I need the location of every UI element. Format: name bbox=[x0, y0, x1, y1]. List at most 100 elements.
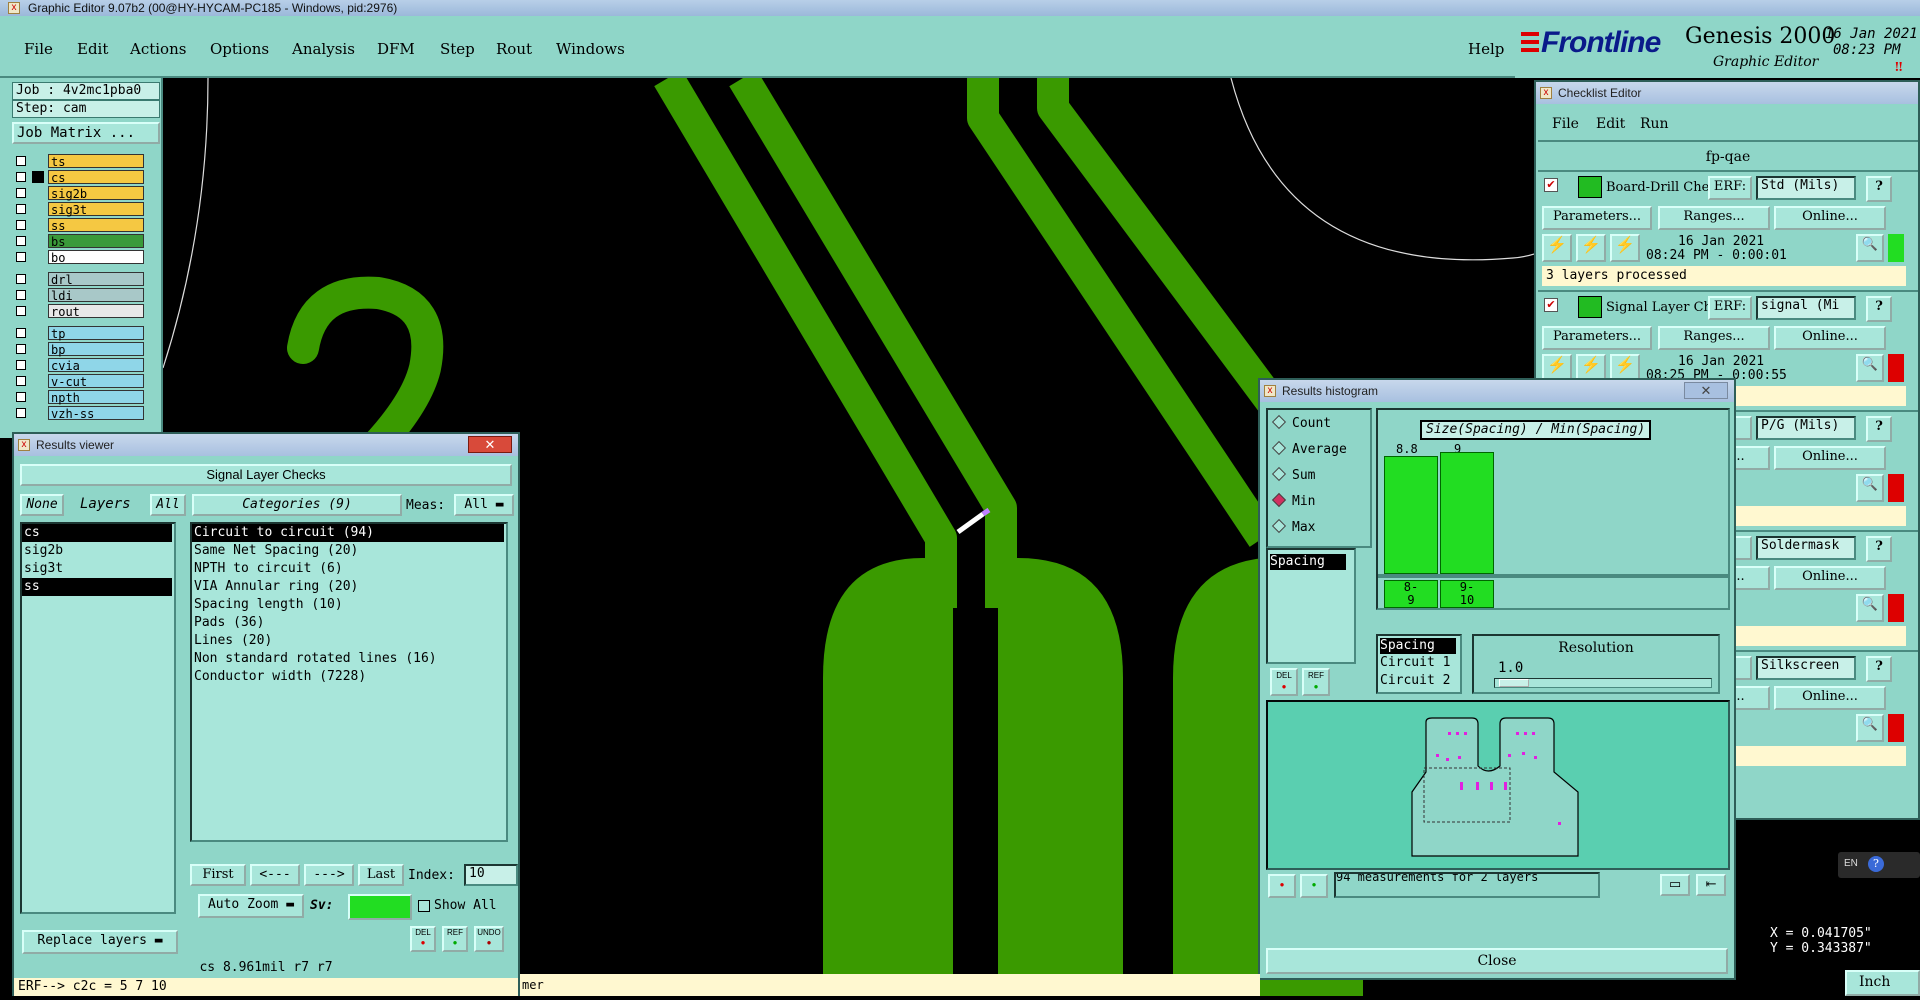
layer-affected-indicator[interactable] bbox=[32, 375, 44, 387]
row-erf-button[interactable]: ERF: bbox=[1708, 176, 1752, 200]
layer-checkbox[interactable] bbox=[16, 344, 26, 354]
row-online-button[interactable]: Online... bbox=[1774, 326, 1886, 350]
category-item[interactable]: Conductor width (7228) bbox=[192, 668, 504, 686]
units-selector[interactable]: Inch bbox=[1845, 970, 1920, 996]
checklist-menu-file[interactable]: File bbox=[1552, 116, 1579, 132]
mode-option-max[interactable]: Max bbox=[1268, 514, 1370, 540]
first-button[interactable]: First bbox=[190, 864, 246, 886]
row-ranges-button[interactable]: Ranges... bbox=[1658, 326, 1770, 350]
mode-option-average[interactable]: Average bbox=[1268, 436, 1370, 462]
mode-option-min[interactable]: Min bbox=[1268, 488, 1370, 514]
layer-name[interactable]: sig2b bbox=[48, 186, 144, 201]
categories-listbox[interactable]: Circuit to circuit (94) Same Net Spacing … bbox=[190, 522, 508, 842]
layer-name[interactable]: v-cut bbox=[48, 374, 144, 389]
layer-affected-indicator[interactable] bbox=[32, 273, 44, 285]
row-help-button[interactable]: ? bbox=[1866, 416, 1892, 442]
layer-row-sig3t[interactable]: sig3t bbox=[14, 202, 144, 217]
layer-affected-indicator[interactable] bbox=[32, 407, 44, 419]
layer-checkbox[interactable] bbox=[16, 328, 26, 338]
preview-del-button[interactable]: ● bbox=[1268, 874, 1296, 898]
layer-name[interactable]: ts bbox=[48, 154, 144, 169]
run-icon[interactable]: ⚡ bbox=[1576, 234, 1606, 262]
row-online-button[interactable]: Online... bbox=[1774, 686, 1886, 710]
meas-select[interactable]: All ▬ bbox=[454, 494, 514, 516]
layer-affected-indicator[interactable] bbox=[32, 327, 44, 339]
layer-list-item[interactable]: sig3t bbox=[22, 560, 172, 578]
row-erf-value[interactable]: Soldermask bbox=[1756, 536, 1856, 560]
layer-affected-indicator[interactable] bbox=[32, 305, 44, 317]
layer-affected-indicator[interactable] bbox=[32, 155, 44, 167]
row-online-button[interactable]: Online... bbox=[1774, 566, 1886, 590]
layer-affected-indicator[interactable] bbox=[32, 219, 44, 231]
layer-checkbox[interactable] bbox=[16, 172, 26, 182]
preview-ref-button[interactable]: ● bbox=[1300, 874, 1328, 898]
histogram-close-button[interactable]: Close bbox=[1266, 948, 1728, 974]
radio-diamond-icon[interactable] bbox=[1271, 440, 1287, 456]
del-button[interactable]: DEL ● bbox=[410, 926, 436, 952]
layer-checkbox[interactable] bbox=[16, 274, 26, 284]
layers-none-button[interactable]: None bbox=[20, 494, 64, 516]
menu-step[interactable]: Step bbox=[440, 40, 475, 58]
zoom-icon[interactable]: 🔍 bbox=[1856, 594, 1884, 622]
layer-name[interactable]: tp bbox=[48, 326, 144, 341]
category-item[interactable]: Spacing length (10) bbox=[192, 596, 504, 614]
radio-diamond-icon[interactable] bbox=[1271, 492, 1287, 508]
layer-name[interactable]: rout bbox=[48, 304, 144, 319]
row-erf-button[interactable]: ERF: bbox=[1708, 296, 1752, 320]
undo-button[interactable]: UNDO ● bbox=[474, 926, 504, 952]
menu-actions[interactable]: Actions bbox=[130, 40, 186, 58]
layer-checkbox[interactable] bbox=[16, 290, 26, 300]
legend-item-circuit2[interactable]: Circuit 2 bbox=[1380, 672, 1460, 690]
row-help-button[interactable]: ? bbox=[1866, 176, 1892, 202]
layer-affected-indicator[interactable] bbox=[32, 289, 44, 301]
histogram-bar-2[interactable] bbox=[1440, 452, 1494, 574]
layer-affected-indicator[interactable] bbox=[32, 343, 44, 355]
layer-name[interactable]: sig3t bbox=[48, 202, 144, 217]
layer-checkbox[interactable] bbox=[16, 236, 26, 246]
layer-row-v-cut[interactable]: v-cut bbox=[14, 374, 144, 389]
layer-row-bp[interactable]: bp bbox=[14, 342, 144, 357]
layer-name[interactable]: cs bbox=[48, 170, 144, 185]
menu-edit[interactable]: Edit bbox=[77, 40, 108, 58]
layer-list-item[interactable]: sig2b bbox=[22, 542, 172, 560]
ref-button[interactable]: REF ● bbox=[442, 926, 468, 952]
layer-name[interactable]: ldi bbox=[48, 288, 144, 303]
layer-affected-indicator[interactable] bbox=[32, 187, 44, 199]
row-help-button[interactable]: ? bbox=[1866, 656, 1892, 682]
radio-diamond-icon[interactable] bbox=[1271, 414, 1287, 430]
layer-row-drl[interactable]: drl bbox=[14, 272, 144, 287]
zoom-icon[interactable]: 🔍 bbox=[1856, 234, 1884, 262]
layer-checkbox[interactable] bbox=[16, 360, 26, 370]
layer-name[interactable]: ss bbox=[48, 218, 144, 233]
severity-color-select[interactable] bbox=[348, 894, 412, 920]
next-button[interactable]: ---> bbox=[304, 864, 354, 886]
layer-name[interactable]: drl bbox=[48, 272, 144, 287]
row-help-button[interactable]: ? bbox=[1866, 536, 1892, 562]
row-erf-value[interactable]: P/G (Mils) bbox=[1756, 416, 1856, 440]
zoom-icon[interactable]: 🔍 bbox=[1856, 714, 1884, 742]
layer-checkbox[interactable] bbox=[16, 204, 26, 214]
category-item[interactable]: Lines (20) bbox=[192, 632, 504, 650]
menu-help[interactable]: Help bbox=[1468, 40, 1504, 58]
close-icon[interactable]: ✕ bbox=[1684, 382, 1728, 399]
last-button[interactable]: Last bbox=[358, 864, 404, 886]
measure-listbox[interactable]: Spacing bbox=[1266, 548, 1356, 664]
menu-windows[interactable]: Windows bbox=[556, 40, 625, 58]
run-icon[interactable]: ⚡ bbox=[1610, 234, 1640, 262]
layers-listbox[interactable]: cs sig2b sig3t ss bbox=[20, 522, 176, 914]
layer-name[interactable]: npth bbox=[48, 390, 144, 405]
zoom-out-icon[interactable]: ⇤ bbox=[1696, 874, 1726, 896]
category-item[interactable]: Circuit to circuit (94) bbox=[192, 524, 504, 542]
layer-name[interactable]: bp bbox=[48, 342, 144, 357]
category-item[interactable]: Pads (36) bbox=[192, 614, 504, 632]
run-icon[interactable]: ⚡ bbox=[1542, 234, 1572, 262]
layer-checkbox[interactable] bbox=[16, 306, 26, 316]
menu-rout[interactable]: Rout bbox=[496, 40, 532, 58]
layer-checkbox[interactable] bbox=[16, 252, 26, 262]
layer-row-ss[interactable]: ss bbox=[14, 218, 144, 233]
slider-thumb[interactable] bbox=[1499, 679, 1529, 687]
row-parameters-button[interactable]: Parameters... bbox=[1542, 206, 1652, 230]
category-item[interactable]: Same Net Spacing (20) bbox=[192, 542, 504, 560]
checklist-menu-run[interactable]: Run bbox=[1640, 116, 1669, 132]
bin-label-1[interactable]: 8- 9 bbox=[1384, 580, 1438, 608]
